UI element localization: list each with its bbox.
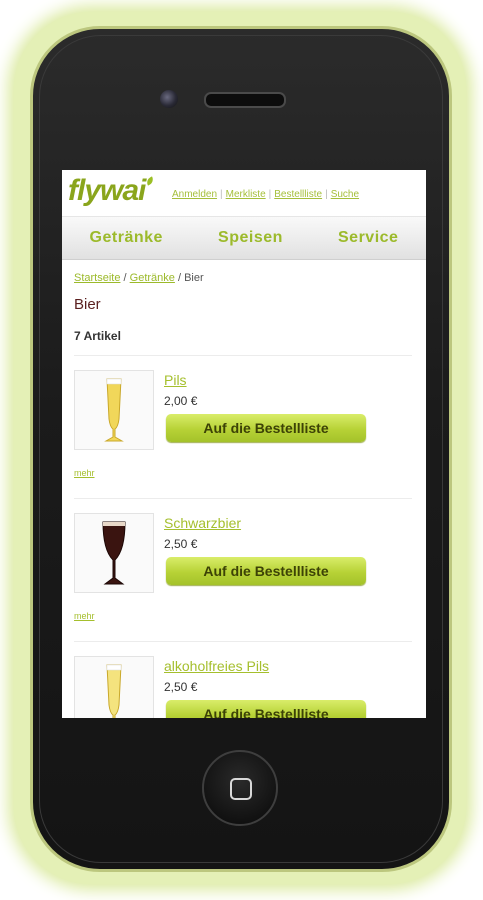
pils-glass-icon — [104, 378, 124, 442]
home-button[interactable] — [202, 750, 278, 826]
add-to-order-list-button[interactable]: Auf die Bestellliste — [166, 557, 366, 585]
product-price: 2,50 € — [164, 537, 198, 551]
breadcrumb-home[interactable]: Startseite — [74, 272, 120, 284]
leaf-icon — [145, 176, 156, 186]
schwarzbier-glass-icon — [102, 521, 126, 585]
wishlist-link[interactable]: Merkliste — [226, 189, 266, 200]
breadcrumb: Startseite / Getränke / Bier — [74, 272, 412, 284]
order-list-link[interactable]: Bestellliste — [274, 189, 322, 200]
link-separator: | — [220, 189, 223, 200]
product-item: alkoholfreies Pils 2,50 € Auf die Bestel… — [74, 642, 412, 718]
page-title: Bier — [74, 296, 101, 313]
product-name-link[interactable]: Pils — [164, 372, 187, 388]
product-item: Schwarzbier 2,50 € Auf die Bestellliste … — [74, 499, 412, 642]
top-links: Anmelden | Merkliste | Bestellliste | Suche — [172, 189, 359, 200]
breadcrumb-category[interactable]: Getränke — [130, 272, 175, 284]
nav-item-drinks[interactable]: Getränke — [90, 229, 163, 247]
logo[interactable]: flywai — [68, 174, 156, 208]
more-link[interactable]: mehr — [74, 468, 95, 478]
home-square-icon — [230, 778, 252, 800]
article-count: 7 Artikel — [74, 329, 121, 343]
nav-item-service[interactable]: Service — [338, 229, 398, 247]
add-to-order-list-button[interactable]: Auf die Bestellliste — [166, 414, 366, 442]
breadcrumb-separator: / — [177, 272, 182, 284]
product-image[interactable] — [74, 370, 154, 450]
main-nav: Getränke Speisen Service — [62, 217, 426, 260]
more-link[interactable]: mehr — [74, 611, 95, 621]
link-separator: | — [268, 189, 272, 200]
link-separator: | — [325, 189, 328, 200]
product-price: 2,00 € — [164, 394, 198, 408]
phone-screen: flywai Anmelden | Merkliste | Bestellliste | S… — [62, 170, 426, 718]
main-content: Startseite / Getränke / Bier Bier 7 Arti… — [62, 260, 426, 718]
top-bar: flywai Anmelden | Merkliste | Bestellliste | S… — [62, 170, 426, 217]
login-link[interactable]: Anmelden — [172, 189, 217, 200]
add-to-order-list-button[interactable]: Auf die Bestellliste — [166, 700, 366, 718]
product-image[interactable] — [74, 656, 154, 718]
breadcrumb-current: Bier — [184, 272, 204, 284]
breadcrumb-separator: / — [123, 272, 127, 284]
earpiece-speaker — [204, 92, 286, 108]
product-price: 2,50 € — [164, 680, 198, 694]
nav-item-food[interactable]: Speisen — [218, 229, 283, 247]
search-link[interactable]: Suche — [331, 189, 359, 200]
pils-glass-icon — [106, 664, 122, 718]
product-name-link[interactable]: Schwarzbier — [164, 515, 241, 531]
product-item: Pils 2,00 € Auf die Bestellliste mehr — [74, 356, 412, 499]
product-image[interactable] — [74, 513, 154, 593]
product-name-link[interactable]: alkoholfreies Pils — [164, 658, 269, 674]
front-camera — [160, 90, 178, 108]
